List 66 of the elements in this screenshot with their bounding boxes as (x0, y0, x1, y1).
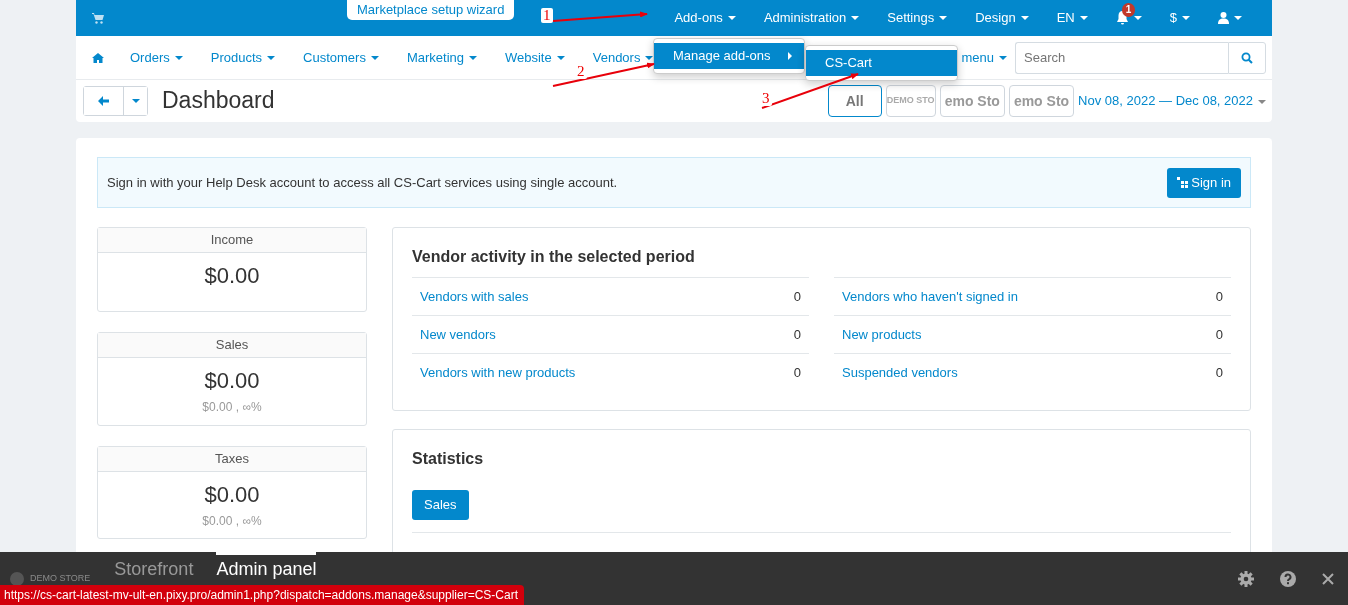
close-icon[interactable] (1322, 572, 1334, 585)
store-logo-icon (10, 571, 24, 586)
nav-menu-link[interactable]: Marketing (392, 47, 491, 68)
arrow-left-icon (98, 96, 109, 106)
stat-value: $0.00 (204, 262, 260, 290)
stat-value: $0.00 (204, 367, 260, 395)
storefront-filter-button[interactable]: emo Sto (939, 85, 1005, 117)
chart-tab[interactable]: Sales (412, 490, 469, 521)
top-menu-link[interactable]: Settings (873, 8, 962, 28)
nav-menu-link[interactable]: Orders (116, 47, 197, 68)
storefront-filter-button[interactable]: DEMO STO (885, 85, 936, 117)
cart-icon[interactable] (92, 12, 104, 24)
help-desk-notice-text: Sign in with your Help Desk account to access all CS-Cart services using single account. (107, 173, 618, 192)
stat-change: $0.00 , ∞% (202, 399, 262, 416)
home-icon[interactable] (92, 52, 104, 63)
storefront-filter-button[interactable]: emo Sto (1008, 85, 1075, 117)
activity-count: 0 (793, 287, 801, 306)
top-menu-link[interactable]: Add-ons (660, 8, 750, 28)
brand-label: DEMO STORE (30, 571, 91, 585)
vendor-activity-link[interactable]: Vendors who haven't signed in (842, 286, 1018, 307)
activity-count: 0 (1215, 325, 1223, 344)
status-url: https://cs-cart-latest-mv-ult-en.pixy.pro/admin1.php?dispatch=addons.manage&supplier=CS-Cart (0, 585, 525, 605)
stat-title: Taxes (215, 450, 249, 466)
setup-wizard-button[interactable]: Marketplace setup wizard (347, 0, 515, 20)
page-title: Dashboard (162, 87, 275, 115)
annotation-number: 1 (541, 8, 553, 23)
panel-title: Statistics (412, 449, 485, 469)
dropdown-menu-item[interactable]: CS-Cart (806, 50, 957, 76)
activity-count: 0 (793, 325, 801, 344)
activity-count: 0 (1215, 363, 1223, 382)
storefront-filter-button[interactable]: All (827, 85, 882, 117)
vendor-activity-link[interactable]: New products (842, 324, 922, 345)
activity-count: 0 (1215, 287, 1223, 306)
annotation-number: 2 (575, 64, 587, 79)
stat-change: $0.00 , ∞% (202, 512, 262, 530)
search-icon (1241, 51, 1253, 64)
user-icon (1218, 12, 1229, 24)
top-menu-link[interactable]: Design (961, 8, 1043, 28)
nav-menu-link[interactable]: Products (196, 47, 290, 68)
top-menu-link[interactable]: $ (1155, 8, 1204, 28)
stat-title: Income (210, 232, 254, 247)
top-menu-link[interactable]: EN (1042, 8, 1102, 28)
vendor-activity-link[interactable]: Suspended vendors (842, 362, 958, 383)
search-button[interactable] (1228, 41, 1266, 74)
panel-tab[interactable]: Storefront (114, 552, 194, 579)
search-field[interactable]: Search (1015, 41, 1228, 74)
stat-value: $0.00 (204, 480, 260, 509)
sign-in-button[interactable]: Sign in (1167, 167, 1241, 198)
annotation-number: 3 (760, 91, 772, 106)
help-icon[interactable] (1280, 570, 1296, 587)
activity-count: 0 (793, 363, 801, 382)
nav-menu-link[interactable]: Customers (289, 47, 393, 68)
date-range-picker[interactable]: Nov 08, 2022 — Dec 08, 2022 (1078, 91, 1266, 111)
vendor-activity-link[interactable]: New vendors (420, 324, 496, 345)
vendor-activity-link[interactable]: Vendors with new products (420, 362, 576, 383)
stat-title: Sales (215, 337, 249, 352)
back-button[interactable] (84, 87, 124, 115)
vendor-activity-link[interactable]: Vendors with sales (420, 286, 529, 307)
settings-icon[interactable] (1238, 570, 1254, 587)
top-menu-link[interactable]: Administration (749, 8, 874, 28)
nav-menu-link[interactable]: menu (961, 47, 1007, 68)
panel-tab[interactable]: Admin panel (216, 552, 317, 579)
dropdown-menu-item[interactable]: Manage add-ons (654, 43, 804, 69)
notification-count-badge: 1 (1121, 3, 1136, 17)
grid-icon (1177, 177, 1189, 188)
panel-title: Vendor activity in the selected period (412, 247, 696, 267)
